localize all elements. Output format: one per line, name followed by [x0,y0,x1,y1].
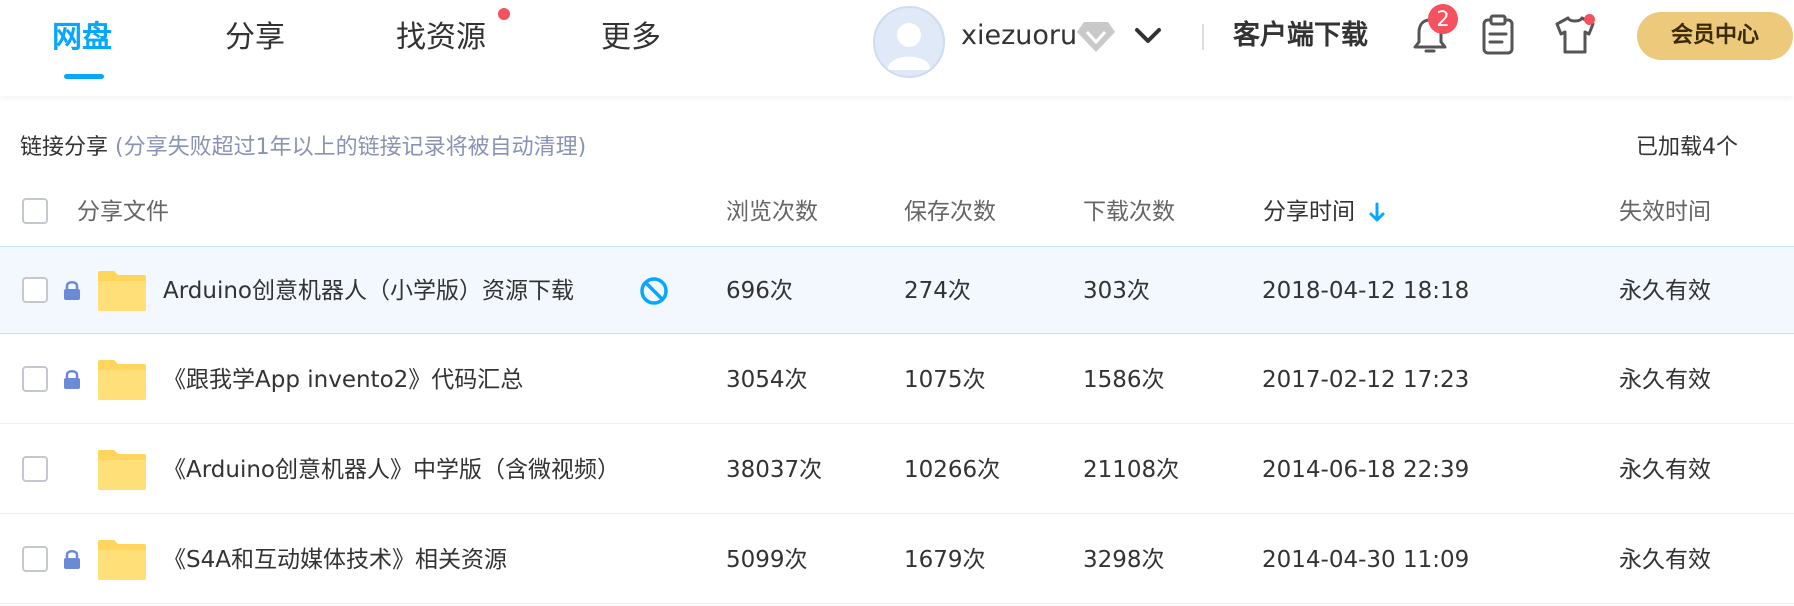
chevron-down-icon[interactable] [1134,24,1162,48]
cleanup-note: (分享失败超过1年以上的链接记录将被自动清理) [115,135,587,160]
avatar[interactable] [873,6,945,78]
download-client-link[interactable]: 客户端下载 [1233,16,1368,56]
view-count: 696次 [726,278,793,304]
download-count: 3298次 [1083,547,1165,573]
save-count: 1075次 [904,367,986,393]
save-count: 274次 [904,278,971,304]
table-row[interactable]: 《Arduino创意机器人》中学版（含微视频） 38037次 10266次 21… [0,426,1794,514]
header-share-time[interactable]: 分享时间 [1263,196,1386,228]
view-count: 38037次 [726,457,823,483]
lock-icon [64,281,80,300]
table-row[interactable]: Arduino创意机器人（小学版）资源下载 696次 274次 303次 201… [0,246,1794,334]
share-time: 2017-02-12 17:23 [1262,367,1470,393]
table-row[interactable]: 《跟我学App invento2》代码汇总 3054次 1075次 1586次 … [0,336,1794,424]
folder-icon [98,360,146,400]
file-name[interactable]: 《跟我学App invento2》代码汇总 [163,362,523,398]
vip-center-button[interactable]: 会员中心 [1637,12,1793,60]
expire-time: 永久有效 [1619,367,1711,393]
file-name[interactable]: 《S4A和互动媒体技术》相关资源 [163,542,507,578]
row-checkbox[interactable] [22,546,48,572]
tab-netdisk[interactable]: 网盘 [52,14,112,62]
tab-more[interactable]: 更多 [601,14,661,62]
tshirt-dot [1584,14,1595,25]
save-count: 10266次 [904,457,1001,483]
header-downloads: 下载次数 [1083,199,1175,225]
select-all-checkbox[interactable] [22,198,48,224]
view-count: 5099次 [726,547,808,573]
row-checkbox[interactable] [22,456,48,482]
header-expire: 失效时间 [1619,199,1711,225]
view-count: 3054次 [726,367,808,393]
username[interactable]: xiezuoru [961,18,1077,54]
file-name[interactable]: Arduino创意机器人（小学版）资源下载 [163,273,574,309]
top-navigation-bar: 网盘 分享 找资源 更多 xiezuoru 客户端下载 2 会员中心 [0,0,1794,96]
arrow-down-icon[interactable] [1368,202,1386,224]
table-row[interactable]: 《S4A和互动媒体技术》相关资源 5099次 1679次 3298次 2014-… [0,516,1794,604]
folder-icon [98,540,146,580]
loaded-count: 已加载4个 [1636,135,1738,160]
clipboard-icon[interactable] [1480,14,1516,56]
share-time: 2014-06-18 22:39 [1262,457,1470,483]
expire-time: 永久有效 [1619,278,1711,304]
link-share-title: 链接分享 [20,135,109,160]
file-name[interactable]: 《Arduino创意机器人》中学版（含微视频） [163,452,620,488]
folder-icon [98,271,146,311]
download-count: 1586次 [1083,367,1165,393]
notification-badge: 2 [1428,4,1458,34]
header-saves: 保存次数 [904,199,996,225]
header-file: 分享文件 [77,199,169,225]
lock-icon [64,550,80,569]
save-count: 1679次 [904,547,986,573]
table-header: 分享文件 浏览次数 保存次数 下载次数 分享时间 失效时间 [0,182,1794,242]
tab-find-resources[interactable]: 找资源 [396,14,486,62]
header-views: 浏览次数 [726,199,818,225]
row-checkbox[interactable] [22,366,48,392]
tab-share[interactable]: 分享 [225,14,285,62]
folder-icon [98,450,146,490]
header-share-time-label: 分享时间 [1263,199,1355,225]
section-title: 链接分享 (分享失败超过1年以上的链接记录将被自动清理) [20,132,586,164]
ban-icon[interactable] [638,275,670,307]
share-time: 2014-04-30 11:09 [1262,547,1470,573]
row-checkbox[interactable] [22,277,48,303]
download-count: 303次 [1083,278,1150,304]
diamond-icon [1077,22,1115,52]
find-resources-dot [498,8,510,20]
expire-time: 永久有效 [1619,547,1711,573]
divider [1202,24,1204,50]
expire-time: 永久有效 [1619,457,1711,483]
active-tab-indicator [64,74,104,79]
share-time: 2018-04-12 18:18 [1262,278,1470,304]
lock-icon [64,370,80,389]
download-count: 21108次 [1083,457,1180,483]
